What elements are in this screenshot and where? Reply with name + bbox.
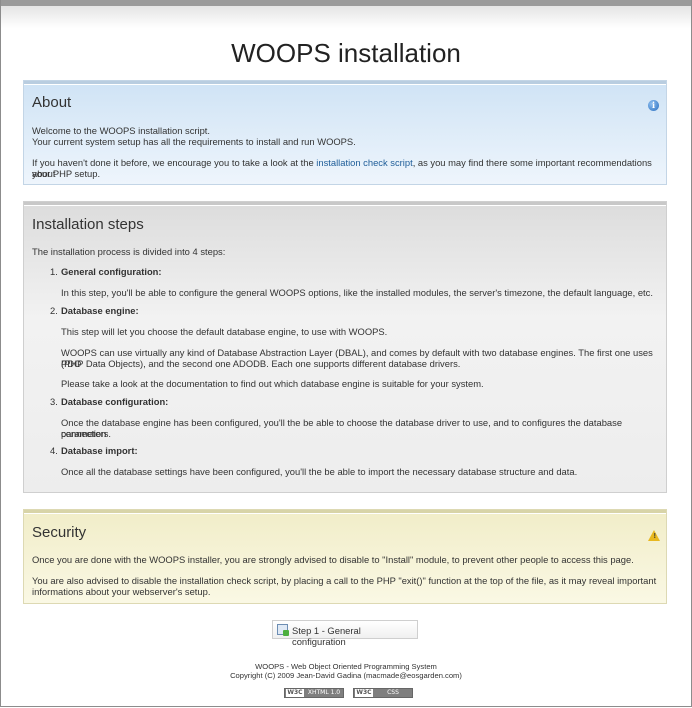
- step-2-text-1: This step will let you choose the defaul…: [61, 326, 388, 337]
- w3c-badge-logo: W3C: [286, 689, 304, 697]
- step-4-title: Database import:: [61, 445, 138, 456]
- page-title: WOOPS installation: [231, 38, 461, 68]
- about-heading: About: [32, 94, 72, 111]
- info-icon: i: [648, 100, 659, 111]
- w3c-xhtml-badge[interactable]: W3C XHTML 1.0: [284, 688, 344, 698]
- step-2-text-4: Please take a look at the documentation …: [61, 378, 484, 389]
- installation-steps-box: Installation steps The installation proc…: [23, 201, 667, 493]
- next-button-label: Step 1 - General configuration: [292, 625, 361, 647]
- security-para-1: Once you are done with the WOOPS install…: [32, 554, 634, 565]
- security-box: Security ! Once you are done with the WO…: [23, 509, 667, 604]
- about-line-1: Welcome to the WOOPS installation script…: [32, 125, 211, 136]
- about-box: About i Welcome to the WOOPS installatio…: [23, 80, 667, 185]
- w3c-badge-logo-2: W3C: [355, 689, 373, 697]
- step-4-text: Once all the database settings have been…: [61, 466, 578, 477]
- step-1-general-configuration-button[interactable]: Step 1 - General configuration: [272, 620, 418, 647]
- steps-box-top-bar: [24, 202, 666, 206]
- warning-exclamation-icon: !: [653, 533, 656, 540]
- step-3-number: 3.: [50, 396, 58, 407]
- steps-heading: Installation steps: [32, 216, 144, 233]
- step-1-text: In this step, you'll be able to configur…: [61, 287, 653, 298]
- footer-copyright: Copyright (C) 2009 Jean-David Gadina (ma…: [230, 671, 462, 680]
- security-box-top-bar: [24, 510, 666, 514]
- step-3-title: Database configuration:: [61, 396, 169, 407]
- security-para-2-line-2: informations about your webserver's setu…: [32, 586, 211, 597]
- next-step-icon: [277, 624, 289, 636]
- step-1-title: General configuration:: [61, 266, 162, 277]
- security-heading: Security: [32, 524, 87, 541]
- about-para2-before: If you haven't done it before, we encour…: [32, 157, 317, 168]
- steps-intro: The installation process is divided into…: [32, 246, 226, 257]
- step-2-number: 2.: [50, 305, 58, 316]
- step-3-text-2: parameters.: [61, 428, 112, 439]
- css-badge-label: CSS: [387, 689, 399, 696]
- step-2-text-3: (PHP Data Objects), and the second one A…: [61, 358, 461, 369]
- installation-check-script-link[interactable]: installation check script: [316, 157, 412, 168]
- step-4-number: 4.: [50, 445, 58, 456]
- step-2-title: Database engine:: [61, 305, 139, 316]
- security-para-2-line-1: You are also advised to disable the inst…: [32, 575, 657, 586]
- about-box-top-bar: [24, 81, 666, 85]
- w3c-css-badge[interactable]: W3C CSS: [353, 688, 413, 698]
- footer-line-1: WOOPS - Web Object Oriented Programming …: [255, 662, 437, 671]
- xhtml-badge-label: XHTML 1.0: [307, 689, 341, 696]
- about-line-2: Your current system setup has all the re…: [32, 136, 356, 147]
- step-1-number: 1.: [50, 266, 58, 277]
- about-para2-line-2: your PHP setup.: [32, 168, 101, 179]
